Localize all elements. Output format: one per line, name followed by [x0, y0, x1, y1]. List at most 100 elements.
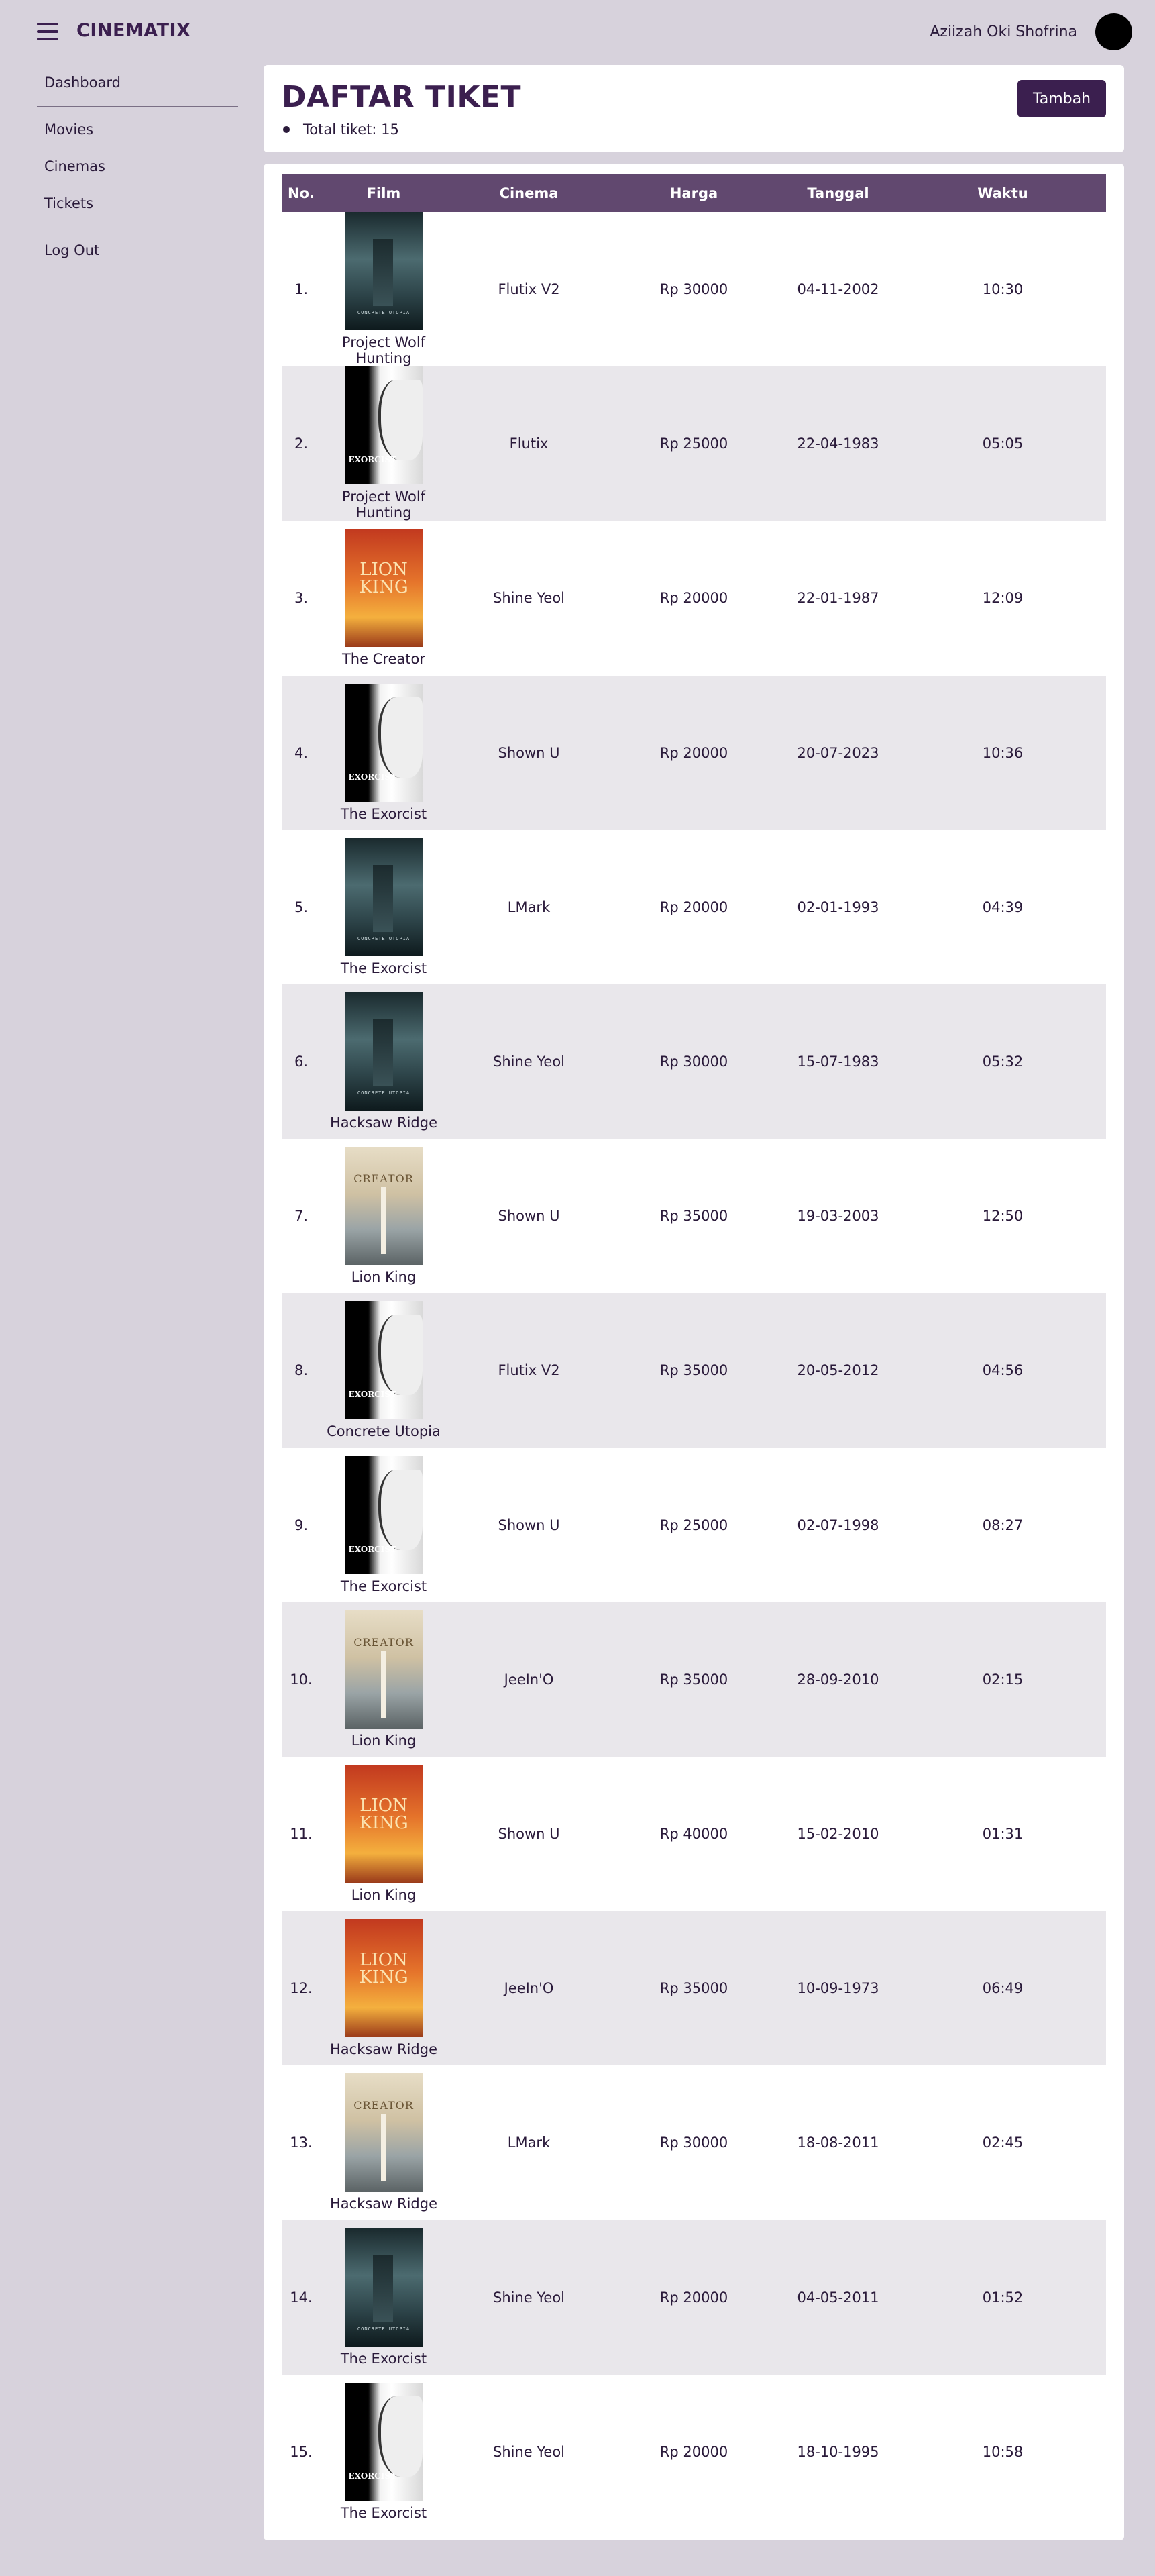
cell-tanggal: 02-01-1993 [797, 898, 879, 915]
cell-cinema: JeeIn'O [504, 1671, 554, 1688]
cell-waktu: 10:36 [982, 744, 1024, 761]
exorcist-poster[interactable]: EXORCIST [344, 683, 423, 802]
cell-film: EXORCIST Concrete Utopia [321, 1293, 447, 1447]
brand-logo[interactable]: CINEMATIX [76, 20, 190, 41]
cell-waktu: 02:45 [982, 2134, 1024, 2151]
cell-no: 15. [290, 2443, 313, 2460]
avatar[interactable] [1095, 13, 1132, 50]
column-header-no: No. [288, 185, 315, 201]
cell-waktu: 01:31 [982, 1825, 1024, 1842]
cell-cinema: Flutix V2 [498, 1362, 560, 1379]
concrete-utopia-poster[interactable]: CONCRETE UTOPIA [344, 837, 423, 956]
cell-film: EXORCIST The Exorcist [321, 1448, 447, 1602]
table-card: No. Film Cinema Harga Tanggal Waktu 1. CO… [264, 164, 1124, 2540]
lion-king-poster[interactable]: LION KING [344, 1764, 423, 1883]
lion-king-poster[interactable]: LION KING [344, 529, 423, 648]
cell-film: EXORCIST The Exorcist [321, 676, 447, 830]
poster-title-text: CONCRETE UTOPIA [357, 2326, 410, 2332]
cell-harga: Rp 25000 [659, 435, 728, 452]
poster-art [372, 2255, 393, 2322]
cell-no: 1. [294, 281, 309, 298]
add-ticket-button[interactable]: Tambah [1018, 80, 1106, 117]
lion-king-poster[interactable]: LION KING [344, 1919, 423, 2038]
cell-waktu: 05:32 [982, 1053, 1024, 1070]
cell-tanggal: 28-09-2010 [797, 1671, 879, 1688]
cell-harga: Rp 20000 [659, 2289, 728, 2306]
cell-tanggal: 10-09-1973 [797, 1980, 879, 1997]
cell-no: 7. [294, 1208, 309, 1225]
poster-title-text: CONCRETE UTOPIA [357, 1090, 410, 1096]
film-title: Project Wolf Hunting [341, 488, 426, 521]
exorcist-poster[interactable]: EXORCIST [344, 1455, 423, 1574]
film-title: Hacksaw Ridge [329, 2041, 438, 2058]
cell-cinema: Shown U [498, 744, 560, 761]
cell-cinema: Shine Yeol [492, 2443, 565, 2460]
poster-title-text: CREATOR [353, 1635, 414, 1649]
creator-poster[interactable]: CREATOR [344, 2073, 423, 2192]
creator-poster[interactable]: CREATOR [344, 1610, 423, 1729]
ticket-table: No. Film Cinema Harga Tanggal Waktu 1. CO… [282, 174, 1106, 2529]
film-title: Lion King [351, 1732, 417, 1749]
exorcist-poster[interactable]: EXORCIST [344, 1301, 423, 1420]
poster-title-text: CONCRETE UTOPIA [357, 935, 410, 941]
cell-tanggal: 15-02-2010 [797, 1825, 879, 1842]
cell-film: LION KING Hacksaw Ridge [321, 1911, 447, 2065]
cell-harga: Rp 30000 [659, 281, 728, 298]
poster-title-text: CREATOR [353, 1172, 414, 1186]
table-row: 9. EXORCIST The Exorcist Shown U Rp 25000 02-… [282, 1448, 1106, 1602]
exorcist-poster[interactable]: EXORCIST [344, 366, 423, 485]
cell-no: 14. [290, 2289, 313, 2306]
column-header-tanggal: Tanggal [807, 185, 869, 201]
cell-waktu: 08:27 [982, 1516, 1024, 1533]
cell-tanggal: 15-07-1983 [797, 1053, 879, 1070]
cell-film: EXORCIST The Exorcist [321, 2375, 447, 2529]
table-row: 2. EXORCIST Project Wolf Hunting Flutix Rp 2… [282, 366, 1106, 521]
user-name: Aziizah Oki Shofrina [930, 23, 1077, 40]
column-header-harga: Harga [669, 185, 718, 201]
cell-tanggal: 04-11-2002 [797, 281, 879, 298]
cell-no: 8. [294, 1362, 309, 1379]
exorcist-poster[interactable]: EXORCIST [344, 2382, 423, 2501]
cell-cinema: Shine Yeol [492, 590, 565, 607]
cell-no: 6. [294, 1053, 309, 1070]
cell-harga: Rp 30000 [659, 1053, 728, 1070]
cell-tanggal: 19-03-2003 [797, 1208, 879, 1225]
cell-tanggal: 04-05-2011 [797, 2289, 879, 2306]
film-title: The Exorcist [340, 960, 427, 976]
cell-cinema: Flutix [509, 435, 549, 452]
cell-no: 9. [294, 1516, 309, 1533]
creator-poster[interactable]: CREATOR [344, 1147, 423, 1266]
cell-cinema: LMark [507, 2134, 551, 2151]
cell-film: CREATOR Hacksaw Ridge [321, 2065, 447, 2220]
cell-harga: Rp 20000 [659, 2443, 728, 2460]
film-title: Lion King [351, 1269, 417, 1286]
cell-harga: Rp 35000 [659, 1208, 728, 1225]
cell-waktu: 12:50 [982, 1208, 1024, 1225]
sidebar-item-logout[interactable]: Log Out [37, 232, 238, 269]
cell-cinema: LMark [507, 898, 551, 915]
poster-art [372, 239, 393, 307]
table-row: 7. CREATOR Lion King Shown U Rp 35000 19-03-2… [282, 1139, 1106, 1293]
sidebar-item-movies[interactable]: Movies [37, 111, 238, 148]
cell-harga: Rp 35000 [659, 1671, 728, 1688]
table-row: 13. CREATOR Hacksaw Ridge LMark Rp 30000 18-0… [282, 2065, 1106, 2220]
menu-icon[interactable] [37, 23, 58, 40]
cell-cinema: Shown U [498, 1208, 560, 1225]
poster-title-text: EXORCIST [348, 1544, 396, 1554]
ticket-table-body: 1. CONCRETE UTOPIA Project Wolf Hunting Flu… [282, 212, 1106, 2529]
cell-cinema: Shine Yeol [492, 2289, 565, 2306]
table-header-row: No. Film Cinema Harga Tanggal Waktu [282, 174, 1106, 212]
concrete-utopia-poster[interactable]: CONCRETE UTOPIA [344, 212, 423, 331]
sidebar-item-tickets[interactable]: Tickets [37, 185, 238, 222]
concrete-utopia-poster[interactable]: CONCRETE UTOPIA [344, 2228, 423, 2347]
table-row: 4. EXORCIST The Exorcist Shown U Rp 20000 20-… [282, 675, 1106, 830]
cell-cinema: Shine Yeol [492, 1053, 565, 1070]
sidebar-item-cinemas[interactable]: Cinemas [37, 148, 238, 185]
sidebar-item-dashboard[interactable]: Dashboard [37, 64, 238, 101]
cell-no: 12. [290, 1980, 313, 1997]
cell-no: 10. [290, 1671, 313, 1688]
table-row: 14. CONCRETE UTOPIA The Exorcist Shine Yeol… [282, 2220, 1106, 2375]
cell-cinema: Shown U [498, 1825, 560, 1842]
table-row: 15. EXORCIST The Exorcist Shine Yeol Rp 2000… [282, 2375, 1106, 2529]
concrete-utopia-poster[interactable]: CONCRETE UTOPIA [344, 992, 423, 1111]
